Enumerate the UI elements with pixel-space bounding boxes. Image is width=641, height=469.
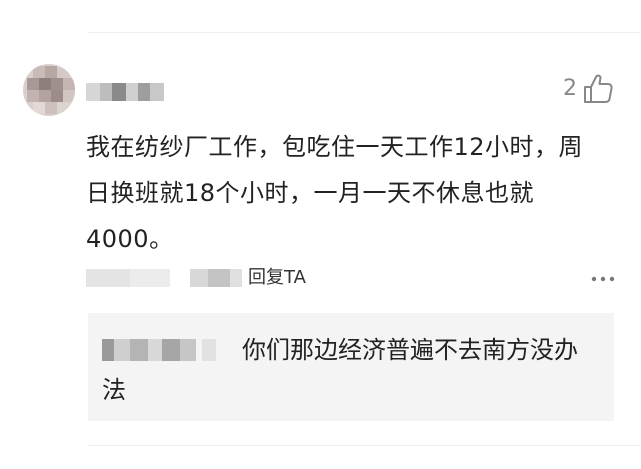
reply-button[interactable]: 回复TA — [248, 264, 306, 292]
comment-meta: 回复TA — [86, 263, 616, 293]
username-pixel — [86, 83, 100, 101]
username-pixel — [150, 83, 164, 101]
thumbs-up-icon[interactable] — [581, 72, 615, 106]
reply-text: 你们那边经济普遍不去南方没办法 — [102, 336, 578, 404]
more-dots-icon[interactable] — [590, 270, 616, 288]
avatar-pixel — [45, 102, 57, 114]
username-pixel — [100, 83, 112, 101]
comment-thread: 2 我在纺纱厂工作，包吃住一天工作12小时，周日换班就18个小时，一月一天不休息… — [0, 0, 641, 469]
avatar-pixel — [39, 78, 51, 90]
timestamp-blurred — [130, 269, 170, 287]
username-pixel — [112, 83, 126, 101]
username-pixel — [126, 83, 138, 101]
avatar-pixel — [45, 66, 57, 78]
avatar-pixel — [63, 90, 75, 102]
comment-text: 我在纺纱厂工作，包吃住一天工作12小时，周日换班就18个小时，一月一天不休息也就… — [86, 133, 584, 253]
bottom-divider — [88, 445, 640, 446]
avatar-pixel — [27, 78, 39, 90]
avatar-pixel — [33, 102, 45, 114]
location-blurred — [208, 269, 230, 287]
username-blurred[interactable] — [86, 83, 166, 101]
username-pixel — [138, 83, 150, 101]
location-blurred — [190, 269, 208, 287]
location-blurred — [230, 269, 242, 287]
top-divider — [88, 32, 640, 33]
avatar-pixel — [57, 102, 69, 114]
reply-preview[interactable]: 你们那边经济普遍不去南方没办法 — [88, 313, 614, 421]
like-button[interactable]: 2 — [563, 72, 615, 106]
avatar-pixel — [51, 90, 63, 102]
avatar-pixel — [33, 66, 45, 78]
avatar-pixel — [63, 78, 75, 90]
avatar-pixel — [27, 90, 39, 102]
timestamp-blurred — [86, 269, 130, 287]
avatar[interactable] — [23, 64, 75, 116]
avatar-pixel — [51, 78, 63, 90]
like-count: 2 — [563, 76, 577, 101]
avatar-pixel — [39, 90, 51, 102]
